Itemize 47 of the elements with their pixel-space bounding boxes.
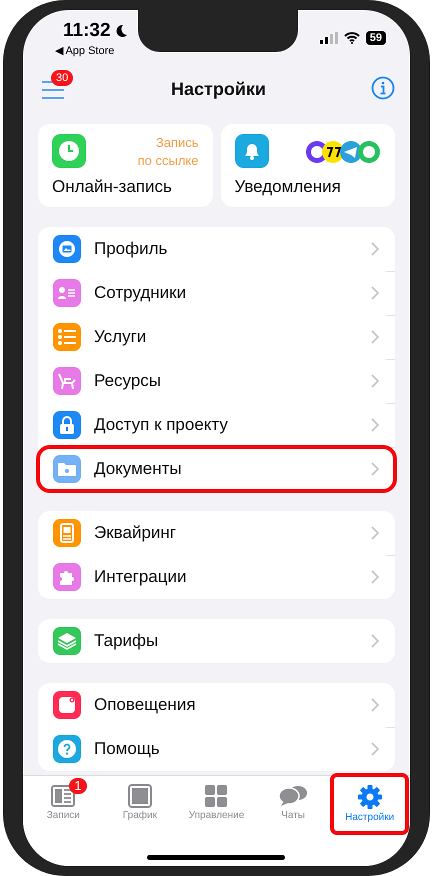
signal-icon: [320, 32, 338, 44]
chevron-icon: [371, 330, 379, 344]
row-label: Сотрудники: [94, 282, 186, 302]
chat-bubbles-icon: [278, 784, 308, 808]
menu-icon: [41, 80, 65, 100]
chevron-icon: [371, 698, 379, 712]
row-label: Профиль: [94, 238, 168, 258]
screen-title: Настройки: [171, 78, 266, 100]
row-label: Доступ к проекту: [94, 414, 228, 434]
back-to-app-link[interactable]: ◀ App Store: [55, 44, 128, 57]
chevron-icon: [371, 286, 379, 300]
chevron-icon: [371, 570, 379, 584]
shortcut-card[interactable]: Уведомления: [220, 124, 395, 207]
card-label: Уведомления: [234, 177, 342, 197]
chevron-icon: [371, 418, 379, 432]
chevron-icon: [371, 634, 379, 648]
shortcut-card[interactable]: Запись по ссылке Онлайн-запись: [38, 124, 212, 207]
chevron-icon: [371, 374, 379, 388]
row-label: Ресурсы: [94, 370, 162, 390]
moon-icon: [114, 24, 128, 38]
card-label: Онлайн-запись: [52, 177, 173, 197]
notification-count: 30: [51, 70, 74, 86]
info-icon: [371, 76, 395, 100]
row-label: Тарифы: [94, 631, 158, 651]
row-label: Интеграции: [94, 567, 186, 587]
grid-icon: [204, 784, 228, 808]
chevron-icon: [371, 742, 379, 756]
settings-icon: [356, 784, 383, 810]
tab-badge: 1: [69, 778, 87, 794]
settings-row[interactable]: Документы: [38, 447, 395, 491]
calendar-icon: [128, 784, 152, 808]
tab-bar-item[interactable]: Настройки: [331, 774, 408, 834]
tab-bar-item[interactable]: Записи 1: [25, 774, 102, 834]
battery-level: 59: [366, 31, 386, 45]
chevron-icon: [371, 526, 379, 540]
chevron-icon: [371, 242, 379, 256]
row-label: Помощь: [94, 739, 160, 759]
newspaper-icon: [51, 784, 76, 808]
row-label: Эквайринг: [94, 522, 176, 542]
chevron-icon: [371, 462, 379, 476]
row-label: Оповещения: [94, 694, 196, 714]
info-button[interactable]: [370, 76, 396, 102]
wifi-icon: [344, 32, 360, 44]
card-note: Запись по ссылке: [138, 134, 198, 170]
row-label: Услуги: [94, 326, 146, 346]
row-label: Документы: [94, 459, 182, 479]
status-time: 11:32: [63, 20, 111, 42]
